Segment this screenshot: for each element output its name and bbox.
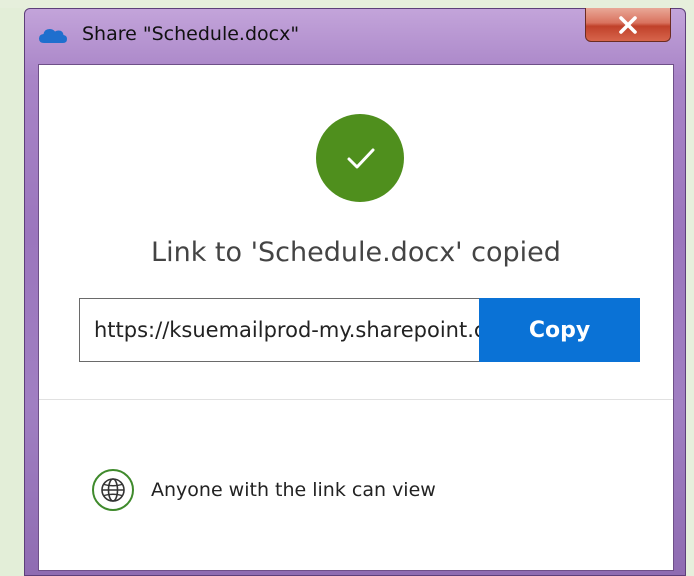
window-title: Share "Schedule.docx": [82, 23, 300, 45]
title-bar[interactable]: Share "Schedule.docx": [25, 8, 685, 61]
share-dialog-window: Share "Schedule.docx" Link to 'Schedule.…: [24, 8, 686, 576]
link-row: https://ksuemailprod-my.sharepoint.com C…: [79, 298, 640, 362]
copy-button[interactable]: Copy: [479, 298, 640, 362]
permission-label: Anyone with the link can view: [151, 479, 436, 501]
link-permission-setting[interactable]: Anyone with the link can view: [91, 467, 436, 513]
desktop-background-top: [0, 0, 694, 8]
globe-icon: [91, 468, 135, 512]
dialog-body: Link to 'Schedule.docx' copied https://k…: [38, 64, 674, 571]
link-copied-message: Link to 'Schedule.docx' copied: [151, 237, 561, 268]
share-link-field[interactable]: https://ksuemailprod-my.sharepoint.com: [79, 298, 479, 362]
close-button[interactable]: [585, 8, 671, 42]
success-badge: [316, 114, 404, 202]
desktop-background: [0, 0, 24, 576]
onedrive-cloud-icon: [38, 25, 68, 45]
divider: [39, 399, 673, 400]
close-icon: [617, 15, 639, 34]
